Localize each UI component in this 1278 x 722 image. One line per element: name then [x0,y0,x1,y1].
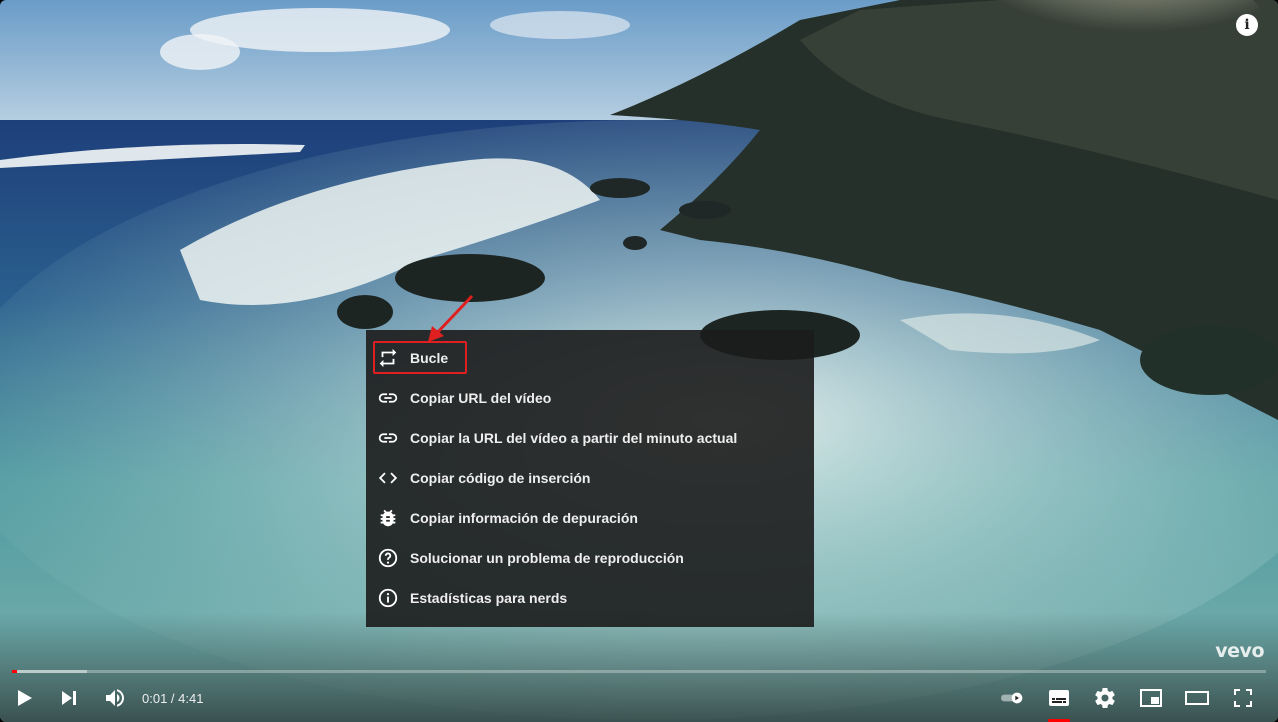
gear-icon [1095,688,1115,709]
player-controls: 0:01 / 4:41 [0,678,1278,722]
menu-item-copy-url-at-time[interactable]: Copiar la URL del vídeo a partir del min… [366,418,814,458]
captions-button[interactable] [1036,678,1082,722]
time-separator: / [167,690,179,706]
question-icon [376,546,400,570]
menu-item-troubleshoot[interactable]: Solucionar un problema de reproducción [366,538,814,578]
vevo-watermark: vevo [1215,640,1264,662]
play-button[interactable] [0,678,46,718]
play-icon [18,690,32,706]
duration: 4:41 [178,690,204,706]
menu-item-copy-embed[interactable]: Copiar código de inserción [366,458,814,498]
menu-item-copy-debug[interactable]: Copiar información de depuración [366,498,814,538]
menu-item-label: Copiar la URL del vídeo a partir del min… [410,430,738,446]
link-icon [376,386,400,410]
time-display: 0:01 / 4:41 [142,691,203,706]
volume-icon [106,689,124,707]
video-player[interactable]: i vevo Bucle Copiar URL del vídeo Copiar… [0,0,1278,722]
miniplayer-icon [1140,689,1162,707]
menu-item-loop[interactable]: Bucle [366,338,814,378]
bug-icon [376,506,400,530]
progress-played [12,670,18,673]
theater-mode-button[interactable] [1174,678,1220,718]
menu-item-label: Copiar URL del vídeo [410,390,552,406]
info-button[interactable]: i [1236,14,1258,36]
menu-item-label: Estadísticas para nerds [410,590,568,606]
next-icon [62,691,76,705]
link-icon [376,426,400,450]
next-button[interactable] [46,678,92,718]
captions-icon [1049,690,1069,706]
menu-item-stats[interactable]: Estadísticas para nerds [366,578,814,618]
info-icon [376,586,400,610]
miniplayer-button[interactable] [1128,678,1174,718]
progress-bar[interactable] [12,670,1266,673]
menu-item-label: Solucionar un problema de reproducción [410,550,684,566]
current-time: 0:01 [142,690,168,706]
right-controls [990,678,1278,722]
theater-icon [1185,691,1209,705]
menu-item-copy-url[interactable]: Copiar URL del vídeo [366,378,814,418]
menu-item-label: Copiar código de inserción [410,470,591,486]
fullscreen-icon [1234,689,1252,707]
fullscreen-button[interactable] [1220,678,1266,718]
context-menu: Bucle Copiar URL del vídeo Copiar la URL… [366,330,814,627]
progress-buffered [12,670,88,673]
autoplay-icon [1001,692,1023,704]
settings-button[interactable] [1082,678,1128,718]
highlight-box [373,341,467,374]
menu-item-label: Copiar información de depuración [410,510,638,526]
volume-button[interactable] [92,678,138,718]
embed-code-icon [376,466,400,490]
autoplay-toggle[interactable] [990,678,1036,718]
